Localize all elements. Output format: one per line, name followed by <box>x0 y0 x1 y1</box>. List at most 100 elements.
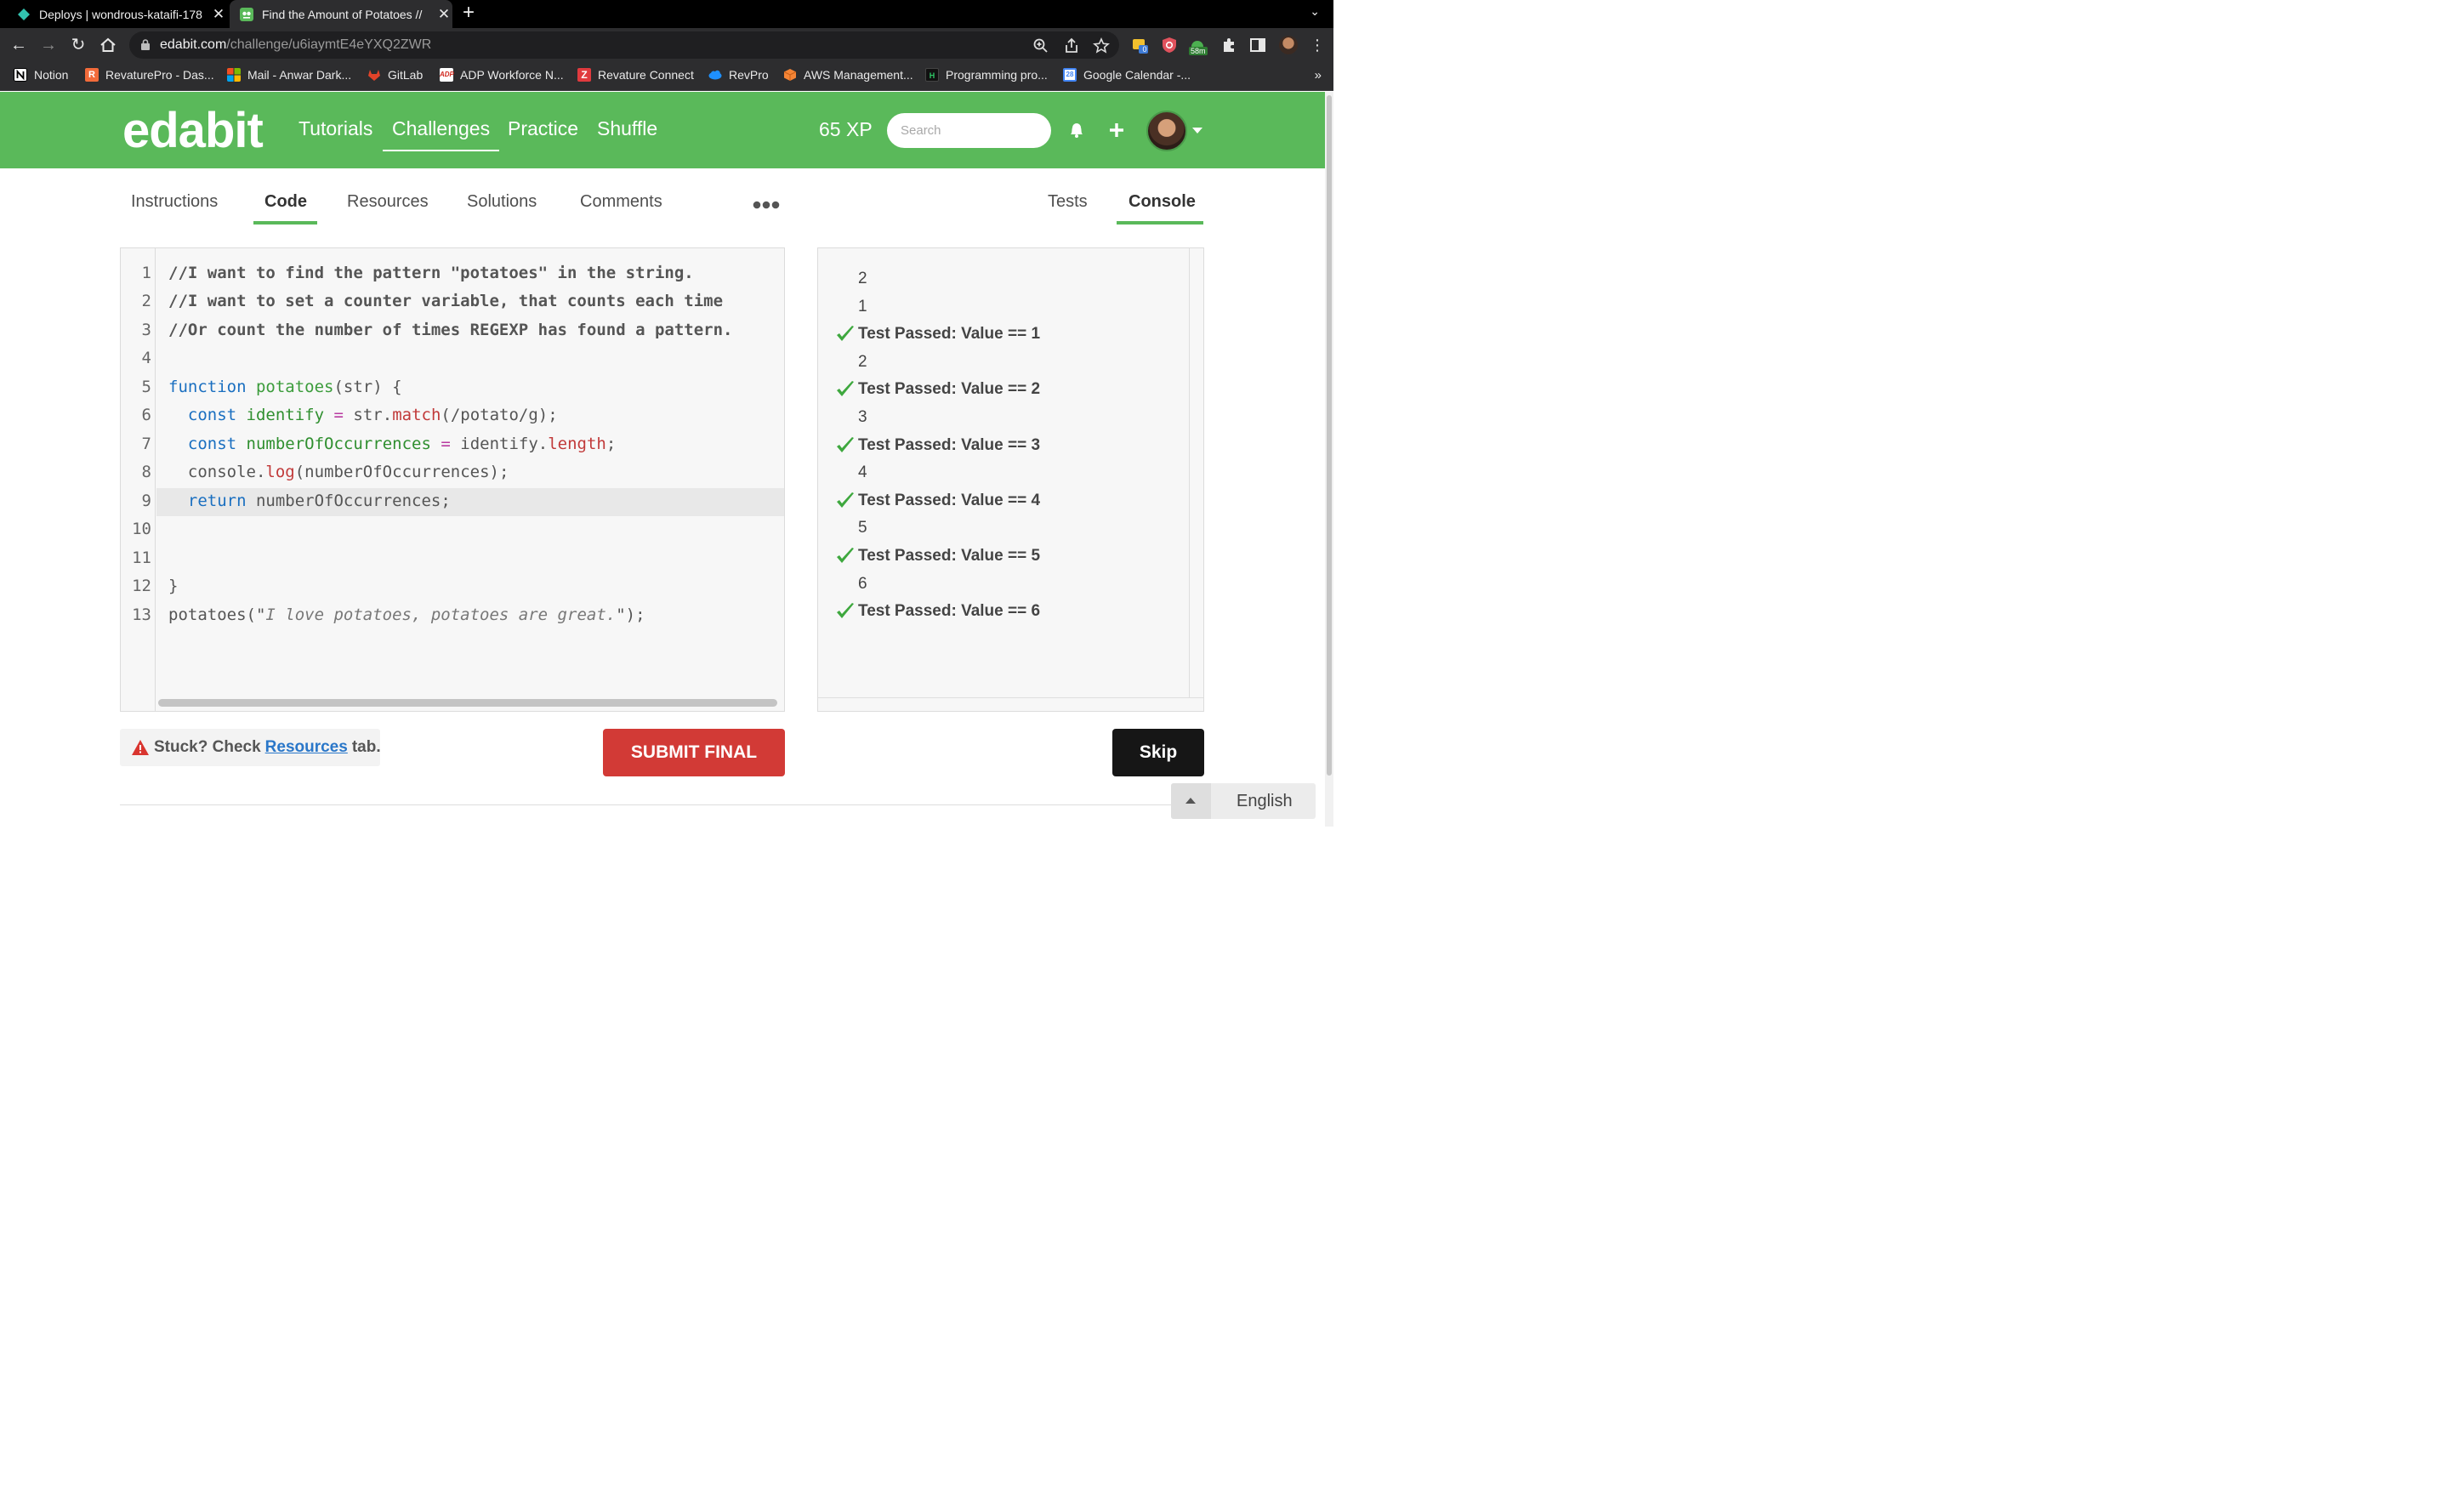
close-tab-icon[interactable]: ✕ <box>210 6 227 23</box>
code-line-5[interactable]: function potatoes(str) { <box>168 373 402 401</box>
notes-extension-icon[interactable]: 0 <box>1132 37 1149 54</box>
code-line-1[interactable]: //I want to find the pattern "potatoes" … <box>168 259 694 287</box>
salesforce-cloud-icon <box>708 70 722 80</box>
bookmarks-overflow-icon[interactable]: » <box>1315 68 1322 82</box>
zoom-icon[interactable] <box>1032 37 1049 54</box>
caret-up-icon[interactable] <box>1171 783 1211 819</box>
bookmark-aws[interactable]: AWS Management... <box>783 68 913 82</box>
bookmark-revaturepro[interactable]: R RevaturePro - Das... <box>85 68 214 82</box>
tab-instructions[interactable]: Instructions <box>131 192 218 212</box>
nav-tutorials[interactable]: Tutorials <box>298 117 372 140</box>
bookmark-label: RevPro <box>729 68 769 82</box>
bookmark-revpro[interactable]: RevPro <box>708 68 769 82</box>
bookmark-gitlab[interactable]: GitLab <box>367 68 423 82</box>
code-line-13[interactable]: potatoes("I love potatoes, potatoes are … <box>168 601 645 629</box>
puzzle-extensions-icon[interactable] <box>1220 37 1237 54</box>
nav-shuffle[interactable]: Shuffle <box>597 117 657 140</box>
user-avatar[interactable] <box>1146 111 1187 151</box>
google-calendar-icon: 28 <box>1063 68 1077 82</box>
code-editor[interactable]: 1 2 3 4 5 6 7 8 9 10 11 12 13 //I want t… <box>120 247 785 712</box>
submit-final-button[interactable]: SUBMIT FINAL <box>603 729 785 776</box>
close-tab-icon[interactable]: ✕ <box>435 6 452 23</box>
plus-icon[interactable] <box>1107 121 1126 139</box>
test-result-text: Test Passed: Value == 3 <box>858 435 1041 454</box>
code-line-9[interactable]: return numberOfOccurrences; <box>168 487 451 515</box>
bookmark-star-icon[interactable] <box>1093 37 1110 54</box>
xp-counter: 65 XP <box>819 118 873 140</box>
back-arrow-icon[interactable]: ← <box>9 35 29 55</box>
page-scrollbar[interactable] <box>1325 92 1333 827</box>
tab-resources[interactable]: Resources <box>347 192 429 212</box>
bookmark-mail[interactable]: Mail - Anwar Dark... <box>227 68 351 82</box>
test-passed-line: Test Passed: Value == 6 <box>835 601 1040 622</box>
active-tab-indicator <box>1117 221 1203 225</box>
bookmark-label: Mail - Anwar Dark... <box>247 68 352 82</box>
reload-icon[interactable]: ↻ <box>68 35 88 55</box>
tab-solutions[interactable]: Solutions <box>467 192 537 212</box>
edabit-logo[interactable]: edabit <box>122 105 264 156</box>
code-token: (str) { <box>333 378 402 396</box>
tab-search-chevron-icon[interactable]: ⌄ <box>1310 4 1320 19</box>
browser-profile-avatar[interactable] <box>1279 36 1298 54</box>
test-passed-line: Test Passed: Value == 3 <box>835 435 1040 456</box>
tab-code[interactable]: Code <box>264 192 307 212</box>
revaturepro-icon: R <box>85 68 99 82</box>
caret-down-icon[interactable] <box>1192 128 1202 134</box>
forward-arrow-icon[interactable]: → <box>38 35 59 55</box>
side-panel-icon[interactable] <box>1249 37 1266 54</box>
test-result-text: Test Passed: Value == 1 <box>858 325 1041 344</box>
line-number: 6 <box>141 406 151 424</box>
tab-comments[interactable]: Comments <box>580 192 662 212</box>
skip-button[interactable]: Skip <box>1112 729 1204 776</box>
url-path: /challenge/u6iaymtE4eYXQ2ZWR <box>226 37 432 52</box>
test-passed-line: Test Passed: Value == 4 <box>835 491 1040 511</box>
language-label: English <box>1237 792 1293 810</box>
shield-extension-icon[interactable] <box>1161 37 1178 54</box>
nav-practice[interactable]: Practice <box>508 117 578 140</box>
line-number-gutter: 1 2 3 4 5 6 7 8 9 10 11 12 13 <box>121 248 156 711</box>
bookmark-google-calendar[interactable]: 28 Google Calendar -... <box>1063 68 1191 82</box>
bookmark-notion[interactable]: Notion <box>14 68 68 82</box>
home-icon[interactable] <box>99 36 117 54</box>
bell-icon[interactable] <box>1067 121 1086 139</box>
code-token: str. <box>353 406 393 424</box>
code-line-8[interactable]: console.log(numberOfOccurrences); <box>168 458 509 486</box>
tab-tests[interactable]: Tests <box>1048 192 1088 212</box>
share-icon[interactable] <box>1063 37 1080 54</box>
line-number: 9 <box>141 492 151 510</box>
browser-tab-deploys[interactable]: Deploys | wondrous-kataifi-178 ✕ <box>10 0 227 28</box>
editor-horizontal-scrollbar[interactable] <box>158 699 777 707</box>
resources-link[interactable]: Resources <box>265 738 348 757</box>
code-line-3[interactable]: //Or count the number of times REGEXP ha… <box>168 316 732 344</box>
search-input[interactable] <box>887 113 1051 148</box>
code-line-6[interactable]: const identify = str.match(/potato/g); <box>168 401 558 429</box>
bookmark-revature-connect[interactable]: Z Revature Connect <box>577 68 694 82</box>
browser-tab-edabit[interactable]: Find the Amount of Potatoes // ✕ <box>230 0 452 28</box>
tab-console[interactable]: Console <box>1129 192 1196 212</box>
nav-challenges[interactable]: Challenges <box>382 117 500 151</box>
test-passed-line: Test Passed: Value == 1 <box>835 324 1040 344</box>
kebab-menu-icon[interactable]: ⋮ <box>1307 35 1328 55</box>
bookmark-adp[interactable]: ADP ADP Workforce N... <box>440 68 564 82</box>
microsoft-icon <box>227 68 241 82</box>
notion-icon <box>14 68 27 82</box>
browser-tab-title: Find the Amount of Potatoes // <box>262 7 423 21</box>
console-log-line: 2 <box>858 270 867 287</box>
new-tab-icon[interactable]: + <box>463 2 475 24</box>
timer-extension-icon[interactable]: 58m <box>1189 37 1211 55</box>
test-result-text: Test Passed: Value == 6 <box>858 602 1041 621</box>
line-number: 7 <box>141 435 151 453</box>
lock-icon <box>141 39 150 50</box>
language-selector[interactable]: English <box>1171 783 1316 819</box>
scrollbar-thumb[interactable] <box>1327 95 1332 776</box>
adp-icon: ADP <box>440 68 454 82</box>
more-options-icon[interactable] <box>753 200 780 210</box>
address-bar[interactable]: edabit.com/challenge/u6iaymtE4eYXQ2ZWR <box>129 31 1119 59</box>
bookmark-programming[interactable]: H Programming pro... <box>925 68 1048 82</box>
code-line-12[interactable]: } <box>168 572 178 600</box>
console-log-line: 6 <box>858 574 867 593</box>
divider <box>818 697 1203 698</box>
bookmarks-bar: Notion R RevaturePro - Das... Mail - Anw… <box>0 62 1333 91</box>
code-line-2[interactable]: //I want to set a counter variable, that… <box>168 287 723 315</box>
code-line-7[interactable]: const numberOfOccurrences = identify.len… <box>168 430 616 458</box>
